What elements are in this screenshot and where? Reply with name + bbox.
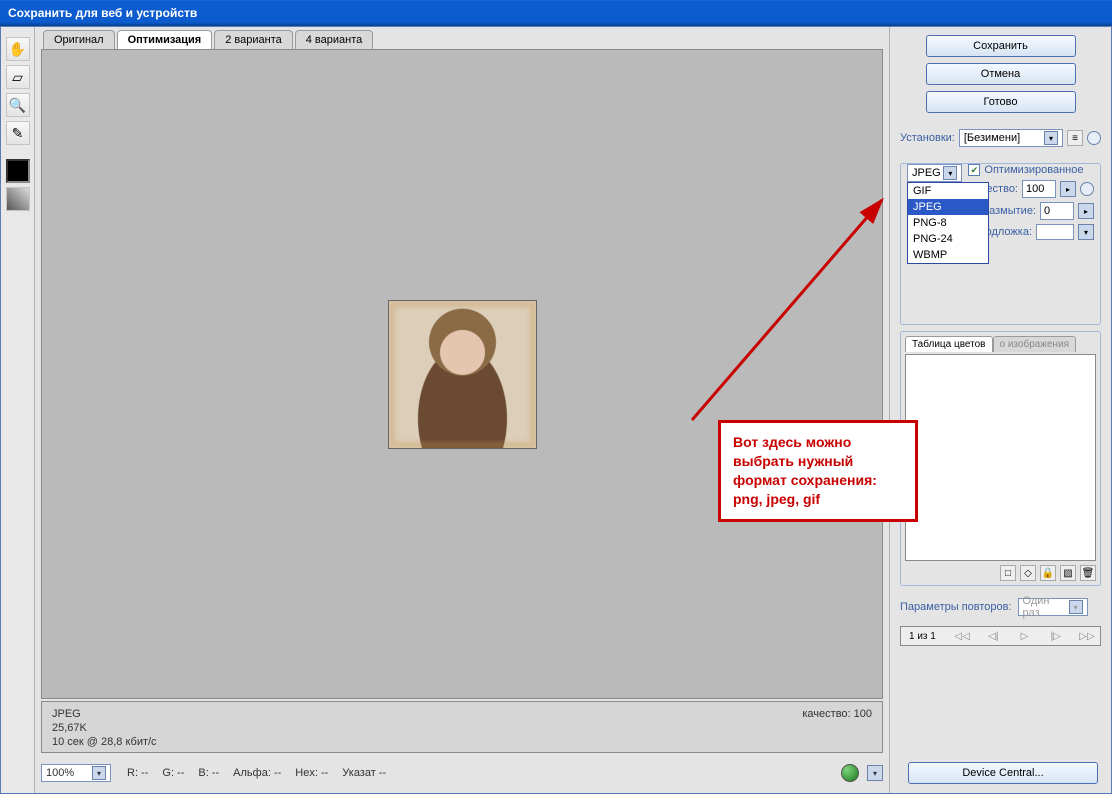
readout-alpha: Альфа: --	[233, 767, 281, 779]
status-size: 25,67K	[52, 722, 157, 734]
format-settings-group: JPEG ▾ GIF JPEG PNG-8 PNG-24 WBMP ✔ Опти…	[900, 163, 1101, 325]
device-central-button[interactable]: Device Central...	[908, 762, 1098, 784]
preview-status-bar: JPEG 25,67K 10 сек @ 28,8 кбит/с качеств…	[41, 701, 883, 753]
tab-4up[interactable]: 4 варианта	[295, 30, 374, 49]
repeat-value: Один раз	[1023, 595, 1069, 619]
hand-tool-icon[interactable]: ✋	[6, 37, 30, 61]
chevron-down-icon: ▾	[1069, 600, 1083, 614]
format-dropdown-list: GIF JPEG PNG-8 PNG-24 WBMP	[907, 182, 989, 264]
repeat-label: Параметры повторов:	[900, 601, 1012, 613]
tab-optimized[interactable]: Оптимизация	[117, 30, 213, 49]
repeat-row: Параметры повторов: Один раз ▾	[900, 598, 1101, 616]
window-title: Сохранить для веб и устройств	[8, 6, 197, 20]
matte-swatch[interactable]	[1036, 224, 1074, 240]
readout-index: Указат --	[342, 767, 386, 779]
tab-image-size[interactable]: о изображения	[993, 336, 1077, 352]
color-table-body	[905, 354, 1096, 561]
toggle-slices-icon[interactable]	[6, 187, 30, 211]
preset-row: Установки: [Безимени] ▾ ≡	[900, 129, 1101, 147]
last-frame-icon[interactable]: ▷▷	[1076, 631, 1098, 642]
portrait-placeholder	[389, 301, 536, 448]
right-panel: Сохранить Отмена Готово Установки: [Бези…	[889, 27, 1111, 793]
format-option-png8[interactable]: PNG-8	[908, 215, 988, 231]
format-option-wbmp[interactable]: WBMP	[908, 247, 988, 263]
frame-counter: 1 из 1	[903, 631, 942, 642]
zoom-tool-icon[interactable]: 🔍	[6, 93, 30, 117]
chevron-down-icon: ▾	[1044, 131, 1058, 145]
color-table-panel: Таблица цветов о изображения □ ◇ 🔒 ▧ 🗑	[900, 331, 1101, 586]
first-frame-icon[interactable]: ◁◁	[951, 631, 973, 642]
preset-select[interactable]: [Безимени] ▾	[959, 129, 1063, 147]
annotation-callout: Вот здесь можно выбрать нужный формат со…	[718, 420, 918, 522]
tab-original[interactable]: Оригинал	[43, 30, 115, 49]
center-area: Оригинал Оптимизация 2 варианта 4 вариан…	[35, 27, 889, 793]
color-readouts: R: -- G: -- B: -- Альфа: -- Hex: -- Указ…	[119, 767, 833, 779]
format-option-gif[interactable]: GIF	[908, 183, 988, 199]
canvas-viewport[interactable]: Вот здесь можно выбрать нужный формат со…	[41, 49, 883, 699]
ct-trash-icon[interactable]: 🗑	[1080, 565, 1096, 581]
matte-menu-icon[interactable]: ▾	[1078, 224, 1094, 240]
animation-playback: 1 из 1 ◁◁ ◁| ▷ |▷ ▷▷	[900, 626, 1101, 646]
app-body: ✋ ▱ 🔍 ✎ Оригинал Оптимизация 2 варианта …	[0, 26, 1112, 794]
quality-input[interactable]	[1022, 180, 1056, 198]
readout-g: G: --	[162, 767, 184, 779]
browser-preview-icon[interactable]	[841, 764, 859, 782]
eyedropper-tool-icon[interactable]: ✎	[6, 121, 30, 145]
preset-label: Установки:	[900, 132, 955, 144]
ct-websafe-icon[interactable]: ◇	[1020, 565, 1036, 581]
preset-value: [Безимени]	[964, 132, 1020, 144]
footer-bar: 100% ▾ R: -- G: -- B: -- Альфа: -- Hex: …	[41, 759, 883, 787]
ct-info-icon[interactable]: □	[1000, 565, 1016, 581]
format-option-jpeg[interactable]: JPEG	[908, 199, 988, 215]
flyout-icon[interactable]	[1087, 131, 1101, 145]
zoom-value: 100%	[46, 767, 74, 779]
readout-hex: Hex: --	[295, 767, 328, 779]
play-icon[interactable]: ▷	[1014, 631, 1036, 642]
quality-mask-icon[interactable]	[1080, 182, 1094, 196]
next-frame-icon[interactable]: |▷	[1045, 631, 1067, 642]
readout-r: R: --	[127, 767, 148, 779]
status-time: 10 сек @ 28,8 кбит/с	[52, 736, 157, 748]
optimized-label: Оптимизированное	[984, 164, 1083, 176]
browser-preview-menu[interactable]: ▾	[867, 765, 883, 781]
ct-lock-icon[interactable]: 🔒	[1040, 565, 1056, 581]
status-format: JPEG	[52, 708, 157, 720]
ct-new-icon[interactable]: ▧	[1060, 565, 1076, 581]
blur-popup-icon[interactable]: ▸	[1078, 203, 1094, 219]
repeat-select[interactable]: Один раз ▾	[1018, 598, 1088, 616]
preview-image	[388, 300, 537, 449]
prev-frame-icon[interactable]: ◁|	[982, 631, 1004, 642]
slice-tool-icon[interactable]: ▱	[6, 65, 30, 89]
window-titlebar: Сохранить для веб и устройств	[0, 0, 1112, 26]
quality-popup-icon[interactable]: ▸	[1060, 181, 1076, 197]
chevron-down-icon: ▾	[943, 166, 957, 180]
done-button[interactable]: Готово	[926, 91, 1076, 113]
optimized-checkbox[interactable]: ✔	[968, 164, 980, 176]
status-quality: качество: 100	[802, 708, 872, 720]
tab-2up[interactable]: 2 варианта	[214, 30, 293, 49]
tool-column: ✋ ▱ 🔍 ✎	[1, 27, 35, 793]
readout-b: B: --	[198, 767, 219, 779]
view-tabs: Оригинал Оптимизация 2 варианта 4 вариан…	[35, 27, 889, 49]
color-table-footer: □ ◇ 🔒 ▧ 🗑	[905, 561, 1096, 581]
format-select[interactable]: JPEG ▾ GIF JPEG PNG-8 PNG-24 WBMP	[907, 164, 962, 182]
preset-menu-icon[interactable]: ≡	[1067, 130, 1083, 146]
chevron-down-icon: ▾	[92, 766, 106, 780]
format-selected: JPEG	[912, 167, 941, 179]
annotation-arrow	[642, 170, 902, 430]
format-option-png24[interactable]: PNG-24	[908, 231, 988, 247]
annotation-text: Вот здесь можно выбрать нужный формат со…	[733, 434, 877, 507]
blur-input[interactable]	[1040, 202, 1074, 220]
foreground-color-swatch[interactable]	[6, 159, 30, 183]
zoom-select[interactable]: 100% ▾	[41, 764, 111, 782]
save-button[interactable]: Сохранить	[926, 35, 1076, 57]
cancel-button[interactable]: Отмена	[926, 63, 1076, 85]
tab-color-table[interactable]: Таблица цветов	[905, 336, 993, 352]
